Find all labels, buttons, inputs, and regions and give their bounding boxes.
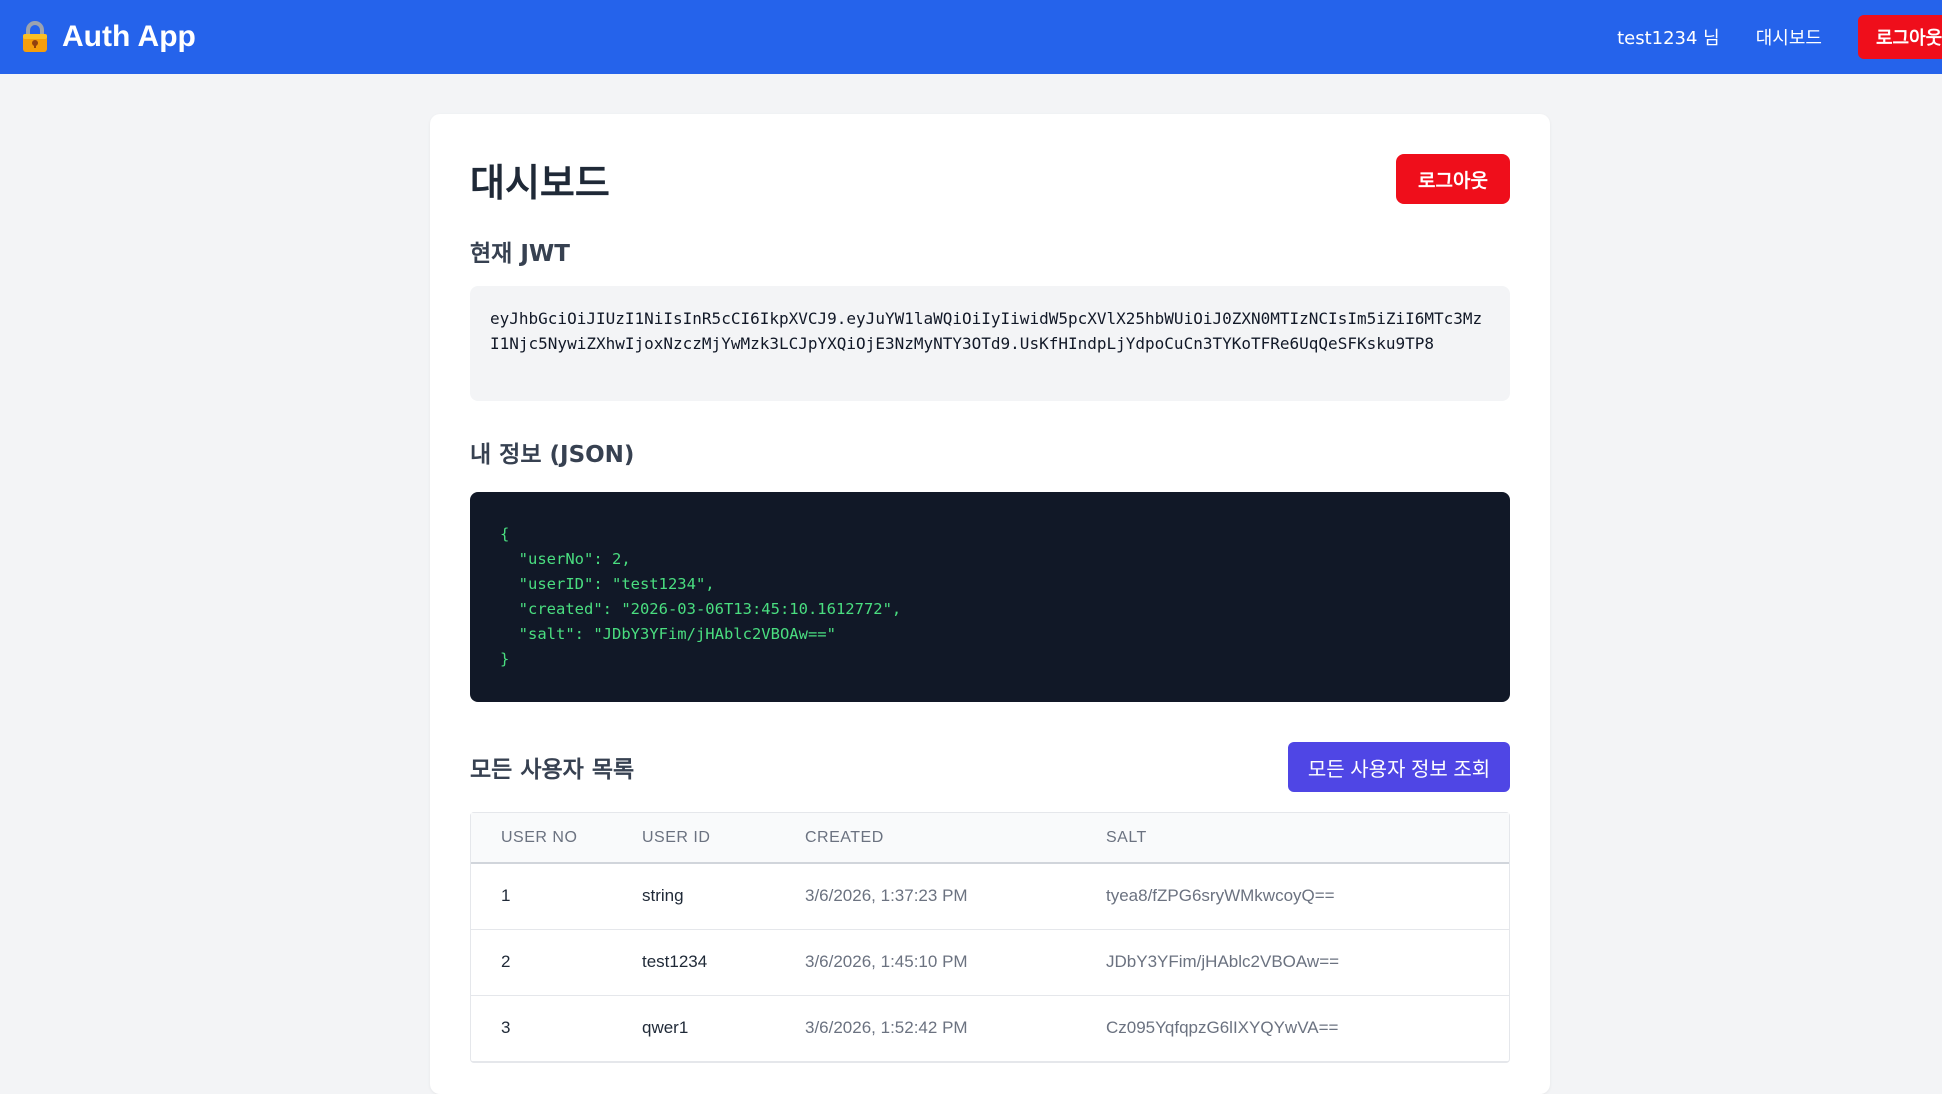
logout-button[interactable]: 로그아웃 <box>1396 154 1510 204</box>
column-header-salt: SALT <box>1106 813 1509 864</box>
users-heading: 모든 사용자 목록 <box>470 757 635 783</box>
table-row: 3 qwer1 3/6/2026, 1:52:42 PM Cz095Yqfqpz… <box>471 995 1509 1062</box>
cell-salt: Cz095YqfqpzG6lIXYQYwVA== <box>1106 995 1509 1062</box>
page-title: 대시보드 <box>470 160 610 205</box>
my-info-json: { "userNo": 2, "userID": "test1234", "cr… <box>470 492 1510 702</box>
users-table: USER NO USER ID CREATED SALT 1 string 3/… <box>471 813 1509 1062</box>
current-user-label: test1234 님 <box>1617 28 1720 49</box>
jwt-token-box: eyJhbGciOiJIUzI1NiIsInR5cCI6IkpXVCJ9.eyJ… <box>470 286 1510 401</box>
column-header-created: CREATED <box>805 813 1106 864</box>
card-header: 대시보드 로그아웃 <box>470 154 1510 205</box>
nav-right: test1234 님 대시보드 로그아웃 <box>1617 0 1942 74</box>
lock-icon <box>20 21 50 53</box>
column-header-user-id: USER ID <box>642 813 805 864</box>
my-info-heading: 내 정보 (JSON) <box>470 442 635 468</box>
cell-user-no: 1 <box>471 863 642 930</box>
brand[interactable]: Auth App <box>20 20 196 54</box>
table-row: 1 string 3/6/2026, 1:37:23 PM tyea8/fZPG… <box>471 863 1509 930</box>
users-table-container: USER NO USER ID CREATED SALT 1 string 3/… <box>470 812 1510 1063</box>
nav-logout-button[interactable]: 로그아웃 <box>1858 15 1942 59</box>
app-title: Auth App <box>62 20 196 53</box>
dashboard-card: 대시보드 로그아웃 현재 JWT eyJhbGciOiJIUzI1NiIsInR… <box>430 114 1550 1094</box>
cell-created: 3/6/2026, 1:52:42 PM <box>805 995 1106 1062</box>
column-header-user-no: USER NO <box>471 813 642 864</box>
cell-created: 3/6/2026, 1:37:23 PM <box>805 863 1106 930</box>
cell-user-id: test1234 <box>642 929 805 996</box>
cell-salt: JDbY3YFim/jHAblc2VBOAw== <box>1106 929 1509 996</box>
cell-user-id: string <box>642 863 805 930</box>
cell-user-no: 3 <box>471 995 642 1062</box>
table-row: 2 test1234 3/6/2026, 1:45:10 PM JDbY3YFi… <box>471 929 1509 996</box>
fetch-all-users-button[interactable]: 모든 사용자 정보 조회 <box>1288 742 1510 792</box>
cell-user-id: qwer1 <box>642 995 805 1062</box>
cell-user-no: 2 <box>471 929 642 996</box>
nav-dashboard-link[interactable]: 대시보드 <box>1756 24 1822 50</box>
jwt-heading: 현재 JWT <box>470 241 570 267</box>
table-header-row: USER NO USER ID CREATED SALT <box>471 813 1509 864</box>
cell-created: 3/6/2026, 1:45:10 PM <box>805 929 1106 996</box>
cell-salt: tyea8/fZPG6sryWMkwcoyQ== <box>1106 863 1509 930</box>
users-header: 모든 사용자 목록 모든 사용자 정보 조회 <box>470 742 1510 792</box>
top-navbar: Auth App test1234 님 대시보드 로그아웃 <box>0 0 1942 74</box>
